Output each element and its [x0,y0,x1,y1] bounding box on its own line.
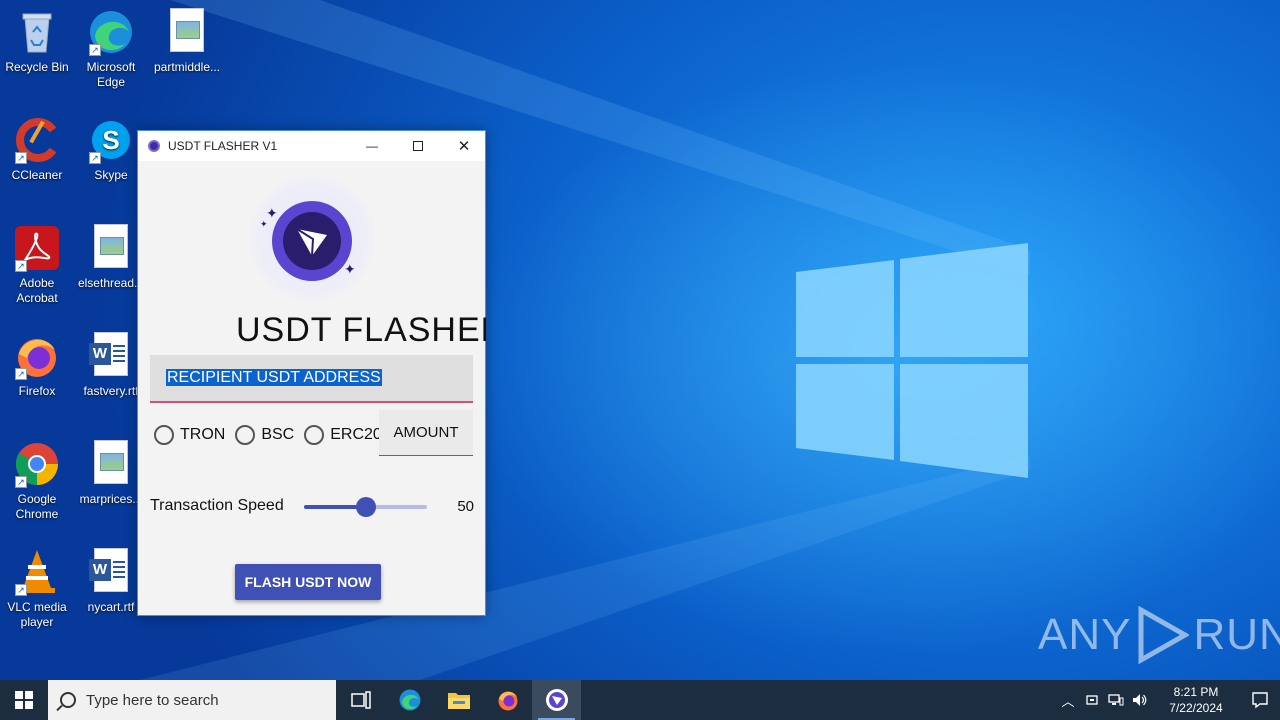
taskbar-edge[interactable] [385,680,434,720]
flash-usdt-button[interactable]: FLASH USDT NOW [235,564,381,600]
sparkle-icon: ✦ [260,219,268,229]
firefox-icon [498,691,517,711]
usdt-flasher-window: USDT FLASHER V1 — ✕ ✦ ✦ ✦ USDT FLASHER R… [137,130,486,616]
chevron-up-icon[interactable]: ︿ [1056,680,1080,720]
onedrive-icon[interactable] [1080,680,1104,720]
svg-text:S: S [102,125,119,155]
radio-circle [154,425,174,445]
app-icon [148,140,160,152]
tron-icon [272,201,352,281]
transaction-speed-slider[interactable] [304,497,427,517]
taskbar-firefox[interactable] [483,680,532,720]
recycle-bin-icon [13,8,61,56]
ccleaner-icon: ↗ [13,116,61,164]
window-titlebar[interactable]: USDT FLASHER V1 — ✕ [138,131,485,161]
slider-thumb[interactable] [355,497,376,517]
desktop-icon-chrome[interactable]: ↗ Google Chrome [0,440,74,522]
desktop-icon-firefox[interactable]: ↗ Firefox [0,332,74,399]
desktop-icon-edge[interactable]: ↗ Microsoft Edge [74,8,148,90]
amount-input[interactable]: AMOUNT [379,410,473,456]
word-document-icon: W [89,332,128,376]
search-icon [60,692,76,708]
close-icon: ✕ [457,138,471,155]
skype-icon: S ↗ [87,116,135,164]
system-tray: ︿ 8:21 PM 7/22/2024 [1056,680,1280,720]
windows-wallpaper-logo [796,243,1028,478]
volume-icon[interactable] [1128,680,1152,720]
notification-icon [1252,692,1268,709]
edge-icon: ↗ [87,8,135,56]
network-radio-group: TRON BSC ERC20 [154,425,392,445]
desktop-icon-adobe-acrobat[interactable]: ↗ Adobe Acrobat [0,224,74,306]
radio-circle [304,425,325,445]
edge-icon [399,689,420,711]
clock-time: 8:21 PM [1173,685,1219,699]
desktop: Recycle Bin ↗ Microsoft Edge partmiddle.… [0,0,1280,680]
tron-logo: ✦ ✦ ✦ [248,175,376,303]
radio-tron[interactable]: TRON [154,425,225,445]
radio-erc20[interactable]: ERC20 [304,425,382,445]
windows-icon [15,691,33,709]
transaction-speed-label: Transaction Speed [150,497,284,514]
tron-icon [545,689,568,711]
image-file-icon [94,224,128,268]
play-icon [1138,606,1190,664]
maximize-button[interactable] [395,131,441,161]
start-button[interactable] [0,680,48,720]
desktop-icon-partmiddle[interactable]: partmiddle... [150,8,224,75]
desktop-icon-recycle-bin[interactable]: Recycle Bin [0,8,74,75]
desktop-icon-ccleaner[interactable]: ↗ CCleaner [0,116,74,183]
transaction-speed-value: 50 [457,498,474,515]
clock-date: 7/22/2024 [1169,701,1223,715]
taskbar-file-explorer[interactable] [434,680,483,720]
image-file-icon [94,440,128,484]
minimize-button[interactable]: — [349,131,395,161]
minimize-icon: — [366,139,378,153]
acrobat-icon: ↗ [13,224,61,272]
notification-button[interactable] [1240,680,1280,720]
anyrun-watermark: ANY RUN [1038,606,1280,664]
task-view-button[interactable] [336,680,385,720]
radio-bsc[interactable]: BSC [235,425,294,445]
vlc-icon: ↗ [13,548,61,596]
radio-circle [235,425,256,445]
word-document-icon: W [89,548,128,592]
firefox-icon: ↗ [13,332,61,380]
chrome-icon: ↗ [13,440,61,488]
maximize-icon [413,141,423,151]
taskbar-search-box[interactable]: Type here to search [48,680,336,720]
taskbar-clock[interactable]: 8:21 PM 7/22/2024 [1160,684,1232,716]
sparkle-icon: ✦ [344,261,356,277]
app-heading: USDT FLASHER [236,311,486,349]
desktop-icon-vlc[interactable]: ↗ VLC media player [0,548,74,630]
task-view-icon [350,691,371,709]
close-button[interactable]: ✕ [441,131,487,161]
window-title: USDT FLASHER V1 [168,139,278,153]
image-file-icon [170,8,204,52]
taskbar-usdt-flasher[interactable] [532,680,581,720]
recipient-address-text: RECIPIENT USDT ADDRESS [166,369,382,386]
network-icon[interactable] [1104,680,1128,720]
folder-icon [447,693,470,709]
recipient-address-input[interactable]: RECIPIENT USDT ADDRESS [150,355,473,403]
taskbar: Type here to search ︿ 8:21 PM 7/22/2024 [0,680,1280,720]
